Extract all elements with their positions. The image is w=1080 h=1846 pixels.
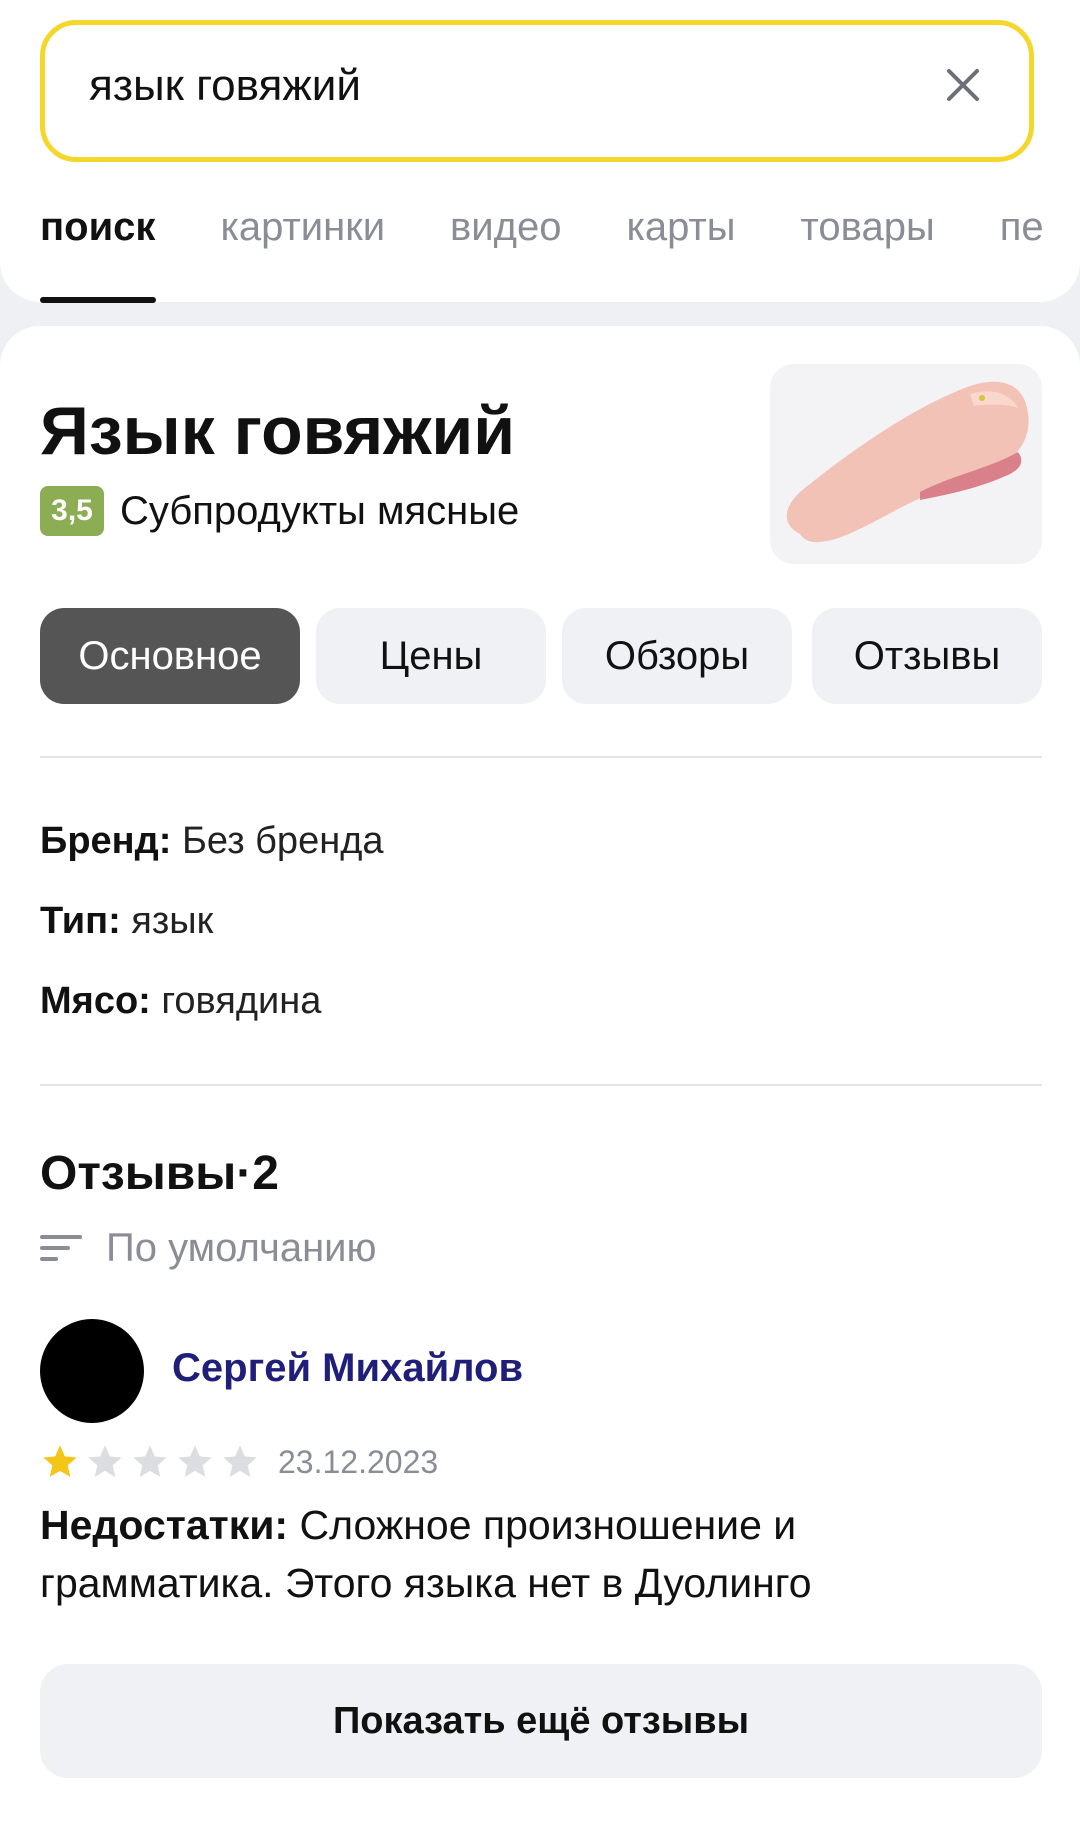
tab-feedback[interactable]: Отзывы (812, 608, 1042, 704)
search-nav-tabs: поиск картинки видео карты товары пе (40, 205, 1080, 265)
avatar[interactable] (40, 1319, 144, 1423)
spec-key: Тип: (40, 900, 121, 942)
tab-reviews-video[interactable]: Обзоры (562, 608, 792, 704)
spec-brand: Бренд: Без бренда (40, 820, 384, 863)
divider (40, 1084, 1042, 1086)
tab-prices[interactable]: Цены (316, 608, 546, 704)
reviews-separator: · (236, 1147, 253, 1200)
spec-type: Тип: язык (40, 900, 213, 943)
tab-maps[interactable]: карты (626, 205, 735, 265)
product-rating-row: 3,5 Субпродукты мясные (40, 484, 519, 538)
star-empty-icon (133, 1445, 167, 1477)
spec-value: Без бренда (181, 820, 384, 862)
star-empty-icon (88, 1445, 122, 1477)
spec-meat: Мясо: говядина (40, 980, 321, 1023)
search-query[interactable]: язык говяжий (89, 61, 361, 111)
product-title: Язык говяжий (40, 393, 516, 469)
sort-lines-icon (40, 1235, 82, 1261)
tab-images[interactable]: картинки (220, 205, 385, 265)
star-filled-icon (43, 1445, 77, 1477)
active-tab-indicator (40, 297, 156, 303)
star-empty-icon (223, 1445, 257, 1477)
review-label: Недостатки: (40, 1502, 289, 1548)
tab-products[interactable]: товары (801, 205, 935, 265)
reviewer-name[interactable]: Сергей Михайлов (172, 1346, 523, 1391)
product-card: Язык говяжий 3,5 Субпродукты мясные Осно… (0, 326, 1080, 1846)
tab-search[interactable]: поиск (40, 205, 155, 265)
close-icon[interactable] (939, 61, 987, 109)
search-header: язык говяжий поиск картинки видео карты … (0, 0, 1080, 303)
rating-badge: 3,5 (40, 486, 104, 536)
star-rating (40, 1440, 265, 1484)
reviews-heading: Отзывы·2 (40, 1146, 279, 1201)
product-section-tabs: Основное Цены Обзоры Отзывы (40, 608, 1042, 704)
spec-value: язык (131, 900, 214, 942)
review-date: 23.12.2023 (278, 1444, 439, 1480)
reviews-title: Отзывы (40, 1147, 237, 1200)
tab-more[interactable]: пе (1000, 205, 1044, 265)
spec-key: Бренд: (40, 820, 172, 862)
spec-value: говядина (161, 980, 322, 1022)
product-category[interactable]: Субпродукты мясные (120, 489, 519, 534)
sort-selector[interactable]: По умолчанию (40, 1220, 377, 1276)
search-input[interactable]: язык говяжий (40, 20, 1034, 162)
divider (40, 756, 1042, 758)
spec-key: Мясо: (40, 980, 151, 1022)
reviews-count: 2 (252, 1147, 279, 1200)
sort-label: По умолчанию (106, 1225, 377, 1270)
tab-overview[interactable]: Основное (40, 608, 300, 704)
show-more-reviews-button[interactable]: Показать ещё отзывы (40, 1664, 1042, 1778)
review-text: Недостатки: Сложное произношение и грамм… (40, 1496, 1040, 1612)
tab-video[interactable]: видео (450, 205, 561, 265)
product-image[interactable] (770, 364, 1042, 564)
star-empty-icon (178, 1445, 212, 1477)
beef-tongue-image (786, 381, 1029, 543)
